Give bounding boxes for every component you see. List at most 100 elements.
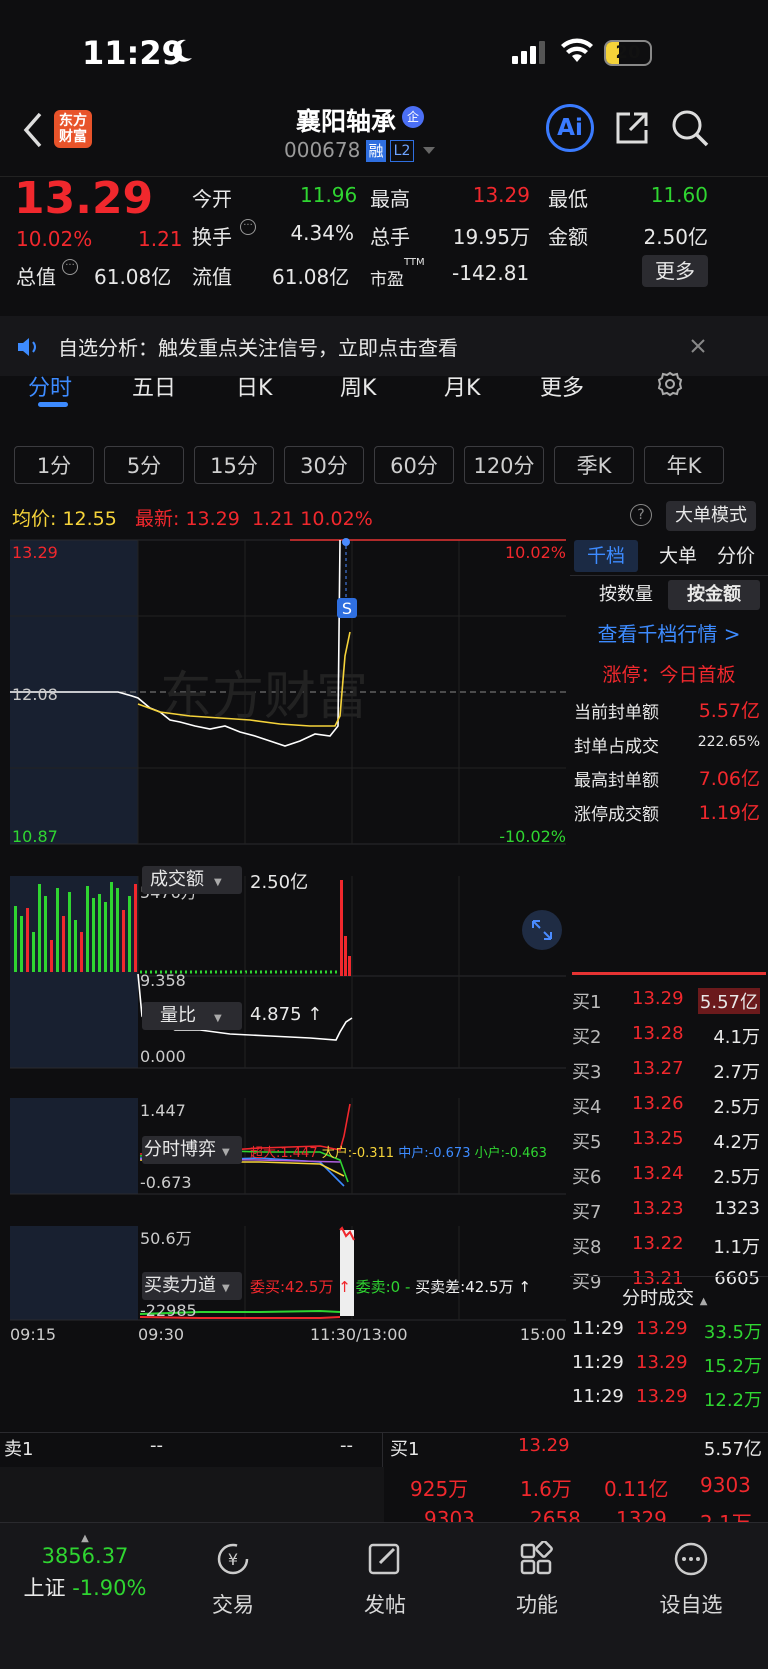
pct-bottom-label: -10.02% xyxy=(499,827,566,846)
tab-price-distribution[interactable]: 分价 xyxy=(706,540,766,572)
bid-row[interactable]: 买4 13.26 2.5万 xyxy=(570,1089,768,1121)
force-min-label: -22985 xyxy=(140,1301,197,1320)
stat-value: 7.06亿 xyxy=(698,768,760,790)
tab-more[interactable]: 更多 xyxy=(540,370,584,402)
tab-large-orders[interactable]: 大单 xyxy=(648,540,708,572)
settings-icon[interactable] xyxy=(656,370,684,398)
time-label-midday: 11:30/13:00 xyxy=(310,1325,408,1344)
amount-value: 2.50亿 xyxy=(643,225,708,249)
bid-volume: 1.1万 xyxy=(713,1237,760,1258)
tab-week-k[interactable]: 周K xyxy=(340,370,376,402)
more-dots-icon xyxy=(674,1542,708,1576)
game-min-label: -0.673 xyxy=(140,1173,192,1192)
mktcap-value: 61.08亿 xyxy=(94,265,172,289)
notice-bar[interactable]: 自选分析：触发重点关注信号，立即点击查看 xyxy=(0,316,768,376)
view-levels-link[interactable]: 查看千档行情 > xyxy=(570,618,768,647)
turnover-value: 4.34% xyxy=(290,221,354,245)
bid-volume: 4.1万 xyxy=(713,1027,760,1048)
s-marker-text: S xyxy=(342,599,352,618)
trades-title[interactable]: 分时成交 ▲ xyxy=(622,1284,707,1310)
help-icon[interactable]: ? xyxy=(630,504,652,526)
bid-price: 13.29 xyxy=(632,988,684,1009)
nav-add-watchlist[interactable]: 设自选 xyxy=(626,1541,756,1619)
margin-tag: 融 xyxy=(366,140,386,162)
stat-value: 5.57亿 xyxy=(698,700,760,722)
bid-row[interactable]: 买6 13.24 2.5万 xyxy=(570,1159,768,1191)
info-icon[interactable]: ··· xyxy=(240,219,256,235)
trade-row: 11:29 13.29 33.5万 xyxy=(570,1316,768,1346)
period-60min[interactable]: 60分 xyxy=(374,446,454,484)
queue-amount: 9303 xyxy=(700,1473,751,1497)
volume-pane-value: 2.50亿 xyxy=(250,872,309,893)
back-icon[interactable] xyxy=(18,110,48,150)
period-1min[interactable]: 1分 xyxy=(14,446,94,484)
close-icon[interactable] xyxy=(690,338,706,354)
high-value: 13.29 xyxy=(472,183,530,207)
expand-button[interactable] xyxy=(522,910,562,950)
sell1-price: -- xyxy=(150,1435,163,1456)
stat-value: 1.19亿 xyxy=(698,802,760,824)
chevron-down-icon[interactable] xyxy=(422,146,436,156)
share-icon[interactable] xyxy=(614,110,650,146)
period-quarter-k[interactable]: 季K xyxy=(554,446,634,484)
price-top-label: 13.29 xyxy=(12,543,58,562)
svg-text:¥: ¥ xyxy=(228,1550,238,1569)
time-label-open: 09:15 xyxy=(10,1325,56,1344)
search-icon[interactable] xyxy=(670,108,710,148)
period-30min[interactable]: 30分 xyxy=(284,446,364,484)
bid-row[interactable]: 买7 13.23 1323 xyxy=(570,1194,768,1226)
period-120min[interactable]: 120分 xyxy=(464,446,544,484)
bid-row[interactable]: 买2 13.28 4.1万 xyxy=(570,1019,768,1051)
bid-volume: 4.2万 xyxy=(713,1132,760,1153)
index-ticker[interactable]: ▲ 3856.37 上证 -1.90% xyxy=(10,1533,160,1602)
force-pane-selector[interactable]: 买卖力道 ▼ xyxy=(142,1272,242,1300)
game-pane-selector[interactable]: 分时博弈 ▼ xyxy=(142,1136,242,1164)
pct-top-label: 10.02% xyxy=(505,543,566,562)
sell1-volume: -- xyxy=(340,1435,353,1456)
signal-icon xyxy=(512,41,545,64)
bid-row[interactable]: 买3 13.27 2.7万 xyxy=(570,1054,768,1086)
by-quantity-toggle[interactable]: 按数量 xyxy=(588,580,664,610)
tab-intraday[interactable]: 分时 xyxy=(28,370,72,402)
large-order-mode-button[interactable]: 大单模式 xyxy=(666,501,756,531)
info-icon[interactable]: ··· xyxy=(62,259,78,275)
nav-functions[interactable]: 功能 xyxy=(472,1540,602,1619)
by-amount-toggle[interactable]: 按金额 xyxy=(668,580,760,610)
trade-price: 13.29 xyxy=(636,1318,688,1339)
watermark: 东方财富 xyxy=(160,667,368,727)
bid-price: 13.24 xyxy=(632,1163,684,1184)
stat-label: 涨停成交额 xyxy=(574,805,659,825)
queue-amount: 0.11亿 xyxy=(604,1477,669,1501)
stock-code: 000678 xyxy=(284,138,361,162)
period-15min[interactable]: 15分 xyxy=(194,446,274,484)
grid-icon xyxy=(520,1540,553,1575)
period-5min[interactable]: 5分 xyxy=(104,446,184,484)
trade-time: 11:29 xyxy=(572,1318,624,1339)
ratio-pane-value: 4.875 ↑ xyxy=(250,1004,323,1025)
amount-label: 金额 xyxy=(548,225,588,249)
battery-level: 20 xyxy=(615,42,641,63)
tab-day-k[interactable]: 日K xyxy=(236,370,272,402)
clock: 11:29 xyxy=(82,34,184,72)
nav-post[interactable]: 发帖 xyxy=(320,1541,450,1619)
bid-volume: 2.5万 xyxy=(713,1097,760,1118)
tab-month-k[interactable]: 月K xyxy=(444,370,480,402)
game-pane-values: 超大:1.447 大户:-0.311 中户:-0.673 小户:-0.463 xyxy=(250,1146,547,1161)
bid-row[interactable]: 买5 13.25 4.2万 xyxy=(570,1124,768,1156)
period-year-k[interactable]: 年K xyxy=(644,446,724,484)
trade-icon: ¥ xyxy=(217,1543,249,1575)
tab-thousand-levels[interactable]: 千档 xyxy=(574,540,638,572)
status-bar: 11:29 20 xyxy=(0,0,768,110)
bid-row[interactable]: 买1 13.29 5.57亿 xyxy=(570,984,768,1016)
nav-trade[interactable]: ¥ 交易 xyxy=(168,1541,298,1619)
bid-volume: 1323 xyxy=(714,1198,760,1219)
volume-pane-selector[interactable]: 成交额 ▼ xyxy=(142,866,242,894)
more-button[interactable]: 更多 xyxy=(642,255,708,287)
bid-level: 买4 xyxy=(572,1097,602,1118)
ratio-pane-selector[interactable]: 量比 ▼ xyxy=(142,1002,242,1030)
ai-button[interactable]: Ai xyxy=(546,104,594,152)
bid-row[interactable]: 买8 13.22 1.1万 xyxy=(570,1229,768,1261)
stat-label: 最高封单额 xyxy=(574,771,659,791)
tab-five-day[interactable]: 五日 xyxy=(132,370,176,402)
low-value: 11.60 xyxy=(650,183,708,207)
